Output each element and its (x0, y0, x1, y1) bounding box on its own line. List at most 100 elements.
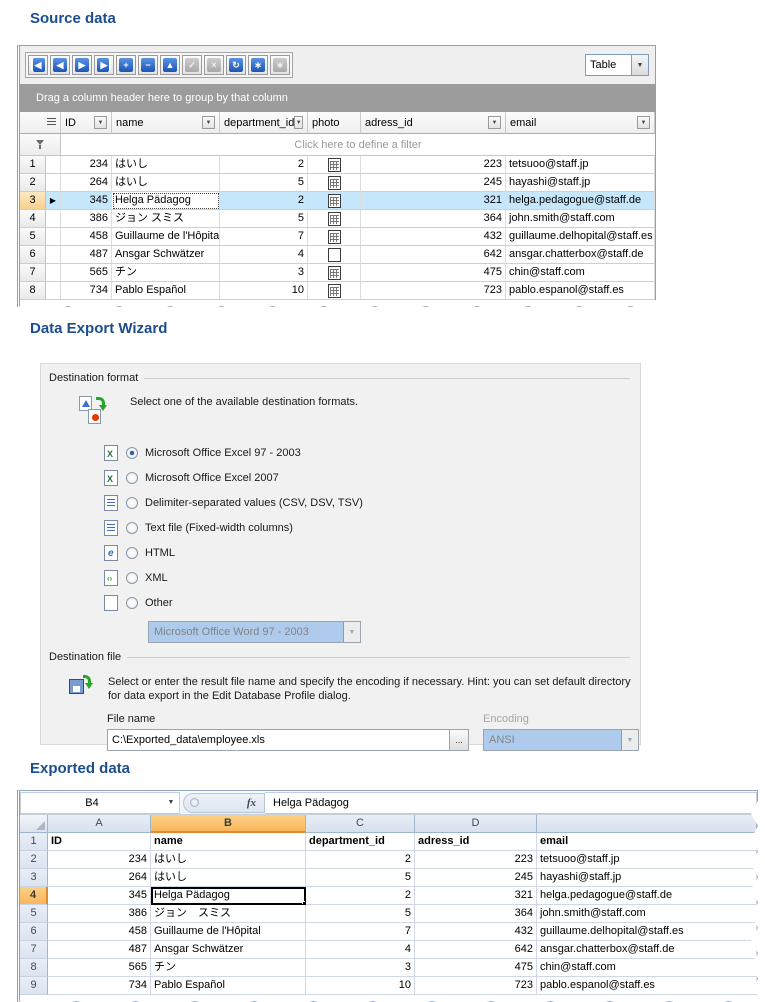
table-row[interactable]: 5458Guillaume de l'Hôpita7432guillaume.d… (20, 228, 655, 246)
prior-record-button[interactable]: ◀ (50, 55, 70, 75)
table-row[interactable]: 4386ジョン スミス5364john.smith@staff.com (20, 210, 655, 228)
cell-department-id[interactable]: 3 (220, 264, 308, 282)
column-header-D[interactable]: D (415, 815, 537, 833)
refresh-button[interactable]: ↻ (226, 55, 246, 75)
cell-adress-id[interactable]: 642 (361, 246, 506, 264)
cell-adress-id[interactable]: 223 (361, 156, 506, 174)
column-filter-dropdown-icon[interactable]: ▼ (202, 116, 215, 129)
table-row[interactable]: 6487Ansgar Schwätzer4642ansgar.chatterbo… (20, 246, 655, 264)
spreadsheet-cell[interactable]: helga.pedagogue@staff.de (537, 887, 757, 905)
format-option[interactable]: Microsoft Office Excel 97 - 2003 (104, 440, 640, 465)
radio-button[interactable] (126, 547, 138, 559)
cell-email[interactable]: chin@staff.com (506, 264, 655, 282)
row-number-cell[interactable]: 9 (20, 977, 48, 995)
spreadsheet-cell[interactable]: 5 (306, 869, 415, 887)
insert-record-button[interactable]: + (116, 55, 136, 75)
column-filter-dropdown-icon[interactable]: ▼ (637, 116, 650, 129)
select-all-corner[interactable] (20, 815, 48, 833)
column-header-B[interactable]: B (151, 815, 306, 833)
spreadsheet-cell[interactable]: はいし (151, 869, 306, 887)
cell-name[interactable]: Pablo Español (112, 282, 220, 300)
cell-name[interactable]: はいし (112, 156, 220, 174)
format-option[interactable]: Text file (Fixed-width columns) (104, 515, 640, 540)
cell-photo[interactable] (308, 174, 361, 192)
spreadsheet-cell[interactable]: 475 (415, 959, 537, 977)
spreadsheet-cell[interactable]: john.smith@staff.com (537, 905, 757, 923)
edit-record-button[interactable]: ▲ (160, 55, 180, 75)
cell-adress-id[interactable]: 723 (361, 282, 506, 300)
cell-email[interactable]: hayashi@staff.jp (506, 174, 655, 192)
spreadsheet-cell[interactable]: Ansgar Schwätzer (151, 941, 306, 959)
format-option[interactable]: HTML (104, 540, 640, 565)
spreadsheet-cell[interactable]: 223 (415, 851, 537, 869)
spreadsheet-cell[interactable]: 5 (306, 905, 415, 923)
insert-function-area[interactable]: fx (183, 793, 265, 813)
cell-email[interactable]: pablo.espanol@staff.es (506, 282, 655, 300)
spreadsheet-cell[interactable]: hayashi@staff.jp (537, 869, 757, 887)
row-number-cell[interactable]: 6 (20, 923, 48, 941)
chevron-down-icon[interactable]: ▼ (631, 55, 648, 75)
row-number-cell[interactable]: 4 (20, 887, 48, 905)
cell-name[interactable]: Ansgar Schwätzer (112, 246, 220, 264)
radio-button[interactable] (126, 522, 138, 534)
group-by-band[interactable]: Drag a column header here to group by th… (20, 84, 655, 112)
spreadsheet-cell[interactable]: チン (151, 959, 306, 977)
spreadsheet-cell[interactable]: 386 (48, 905, 151, 923)
first-record-button[interactable]: ◀ (28, 55, 48, 75)
radio-button[interactable] (126, 497, 138, 509)
spreadsheet-cell[interactable]: 10 (306, 977, 415, 995)
cell-name[interactable]: ジョン スミス (112, 210, 220, 228)
spreadsheet-cell[interactable]: email (537, 833, 757, 851)
spreadsheet-cell[interactable]: adress_id (415, 833, 537, 851)
row-number-cell[interactable]: 3 (20, 869, 48, 887)
cell-id[interactable]: 386 (61, 210, 112, 228)
format-option[interactable]: XML (104, 565, 640, 590)
fill-handle[interactable] (302, 901, 306, 905)
spreadsheet-cell[interactable]: department_id (306, 833, 415, 851)
spreadsheet-cell[interactable]: 4 (306, 941, 415, 959)
cell-adress-id[interactable]: 364 (361, 210, 506, 228)
cell-name[interactable]: Helga Pädagog (112, 192, 220, 210)
cell-department-id[interactable]: 5 (220, 174, 308, 192)
cell-id[interactable]: 458 (61, 228, 112, 246)
spreadsheet-cell[interactable]: 565 (48, 959, 151, 977)
column-filter-dropdown-icon[interactable]: ▼ (488, 116, 501, 129)
filter-prompt[interactable]: Click here to define a filter (61, 134, 655, 155)
spreadsheet-cell[interactable]: 234 (48, 851, 151, 869)
format-option[interactable]: Other (104, 590, 640, 615)
cell-adress-id[interactable]: 432 (361, 228, 506, 246)
table-row[interactable]: 2264はいし5245hayashi@staff.jp (20, 174, 655, 192)
cell-department-id[interactable]: 2 (220, 192, 308, 210)
spreadsheet-cell[interactable]: 432 (415, 923, 537, 941)
spreadsheet-cell[interactable]: 364 (415, 905, 537, 923)
cell-adress-id[interactable]: 475 (361, 264, 506, 282)
spreadsheet-cell[interactable]: Helga Pädagog (151, 887, 306, 905)
cell-department-id[interactable]: 7 (220, 228, 308, 246)
cancel-updates-button[interactable]: ∗ (270, 55, 290, 75)
cell-department-id[interactable]: 2 (220, 156, 308, 174)
cancel-edit-button[interactable]: × (204, 55, 224, 75)
browse-button[interactable]: ... (449, 730, 468, 750)
spreadsheet-cell[interactable]: 723 (415, 977, 537, 995)
cell-photo[interactable] (308, 228, 361, 246)
fx-icon[interactable]: fx (247, 797, 256, 809)
column-filter-dropdown-icon[interactable]: ▼ (294, 116, 303, 129)
spreadsheet-cell[interactable]: はいし (151, 851, 306, 869)
spreadsheet-cell[interactable]: 458 (48, 923, 151, 941)
spreadsheet-cell[interactable]: 345 (48, 887, 151, 905)
spreadsheet-cell[interactable]: 642 (415, 941, 537, 959)
format-option[interactable]: Delimiter-separated values (CSV, DSV, TS… (104, 490, 640, 515)
cell-photo[interactable] (308, 282, 361, 300)
spreadsheet-cell[interactable]: 2 (306, 887, 415, 905)
cell-id[interactable]: 487 (61, 246, 112, 264)
cell-id[interactable]: 234 (61, 156, 112, 174)
cell-email[interactable]: tetsuoo@staff.jp (506, 156, 655, 174)
cell-photo[interactable] (308, 210, 361, 228)
spreadsheet-cell[interactable]: 734 (48, 977, 151, 995)
spreadsheet-cell[interactable]: ジョン スミス (151, 905, 306, 923)
spreadsheet-cell[interactable]: tetsuoo@staff.jp (537, 851, 757, 869)
spreadsheet-cell[interactable]: 487 (48, 941, 151, 959)
column-header-C[interactable]: C (306, 815, 415, 833)
row-number-cell[interactable]: 5 (20, 905, 48, 923)
radio-button[interactable] (126, 472, 138, 484)
